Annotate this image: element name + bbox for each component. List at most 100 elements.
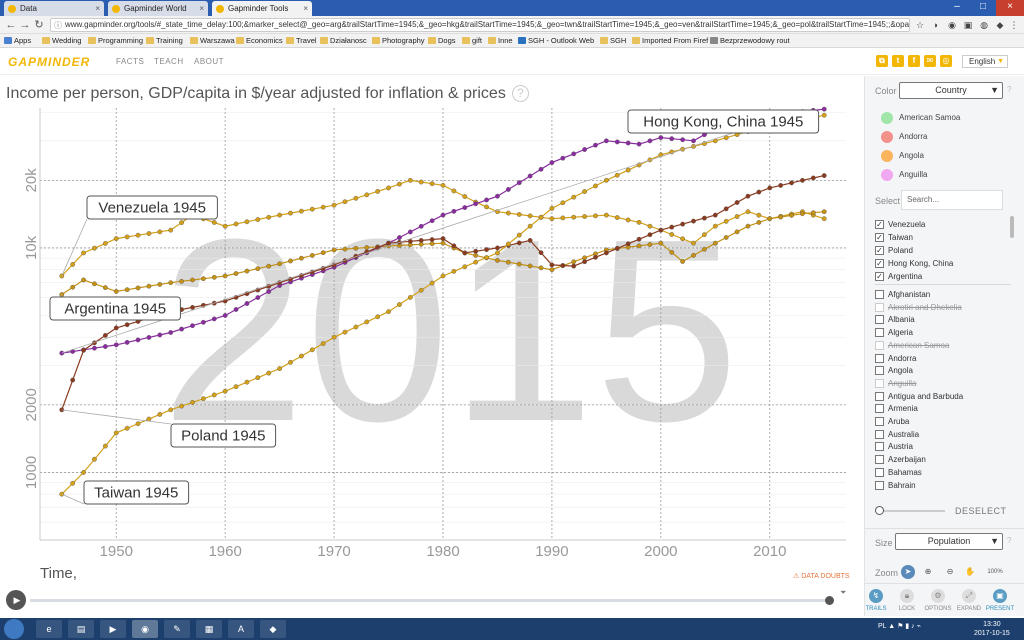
data-point[interactable] (571, 194, 577, 200)
data-point[interactable] (244, 301, 250, 306)
data-point[interactable] (397, 235, 402, 240)
data-point[interactable] (124, 425, 130, 431)
data-point[interactable] (255, 266, 261, 272)
checkbox-icon[interactable] (875, 340, 884, 350)
data-point[interactable] (571, 263, 577, 269)
data-point[interactable] (549, 160, 555, 165)
data-point[interactable] (299, 208, 304, 214)
checkbox-checked-icon[interactable]: ✓ (875, 220, 884, 229)
data-point[interactable] (233, 221, 239, 227)
checkbox-icon[interactable] (875, 417, 884, 426)
data-point[interactable] (484, 197, 489, 203)
data-point[interactable] (255, 217, 261, 222)
checkbox-icon[interactable] (875, 302, 884, 312)
data-point[interactable] (821, 209, 827, 215)
data-point[interactable] (168, 227, 174, 233)
data-point[interactable] (691, 252, 696, 258)
data-point[interactable] (407, 238, 413, 244)
back-arrow-icon[interactable]: ← (4, 18, 18, 32)
data-point[interactable] (723, 206, 729, 212)
checkbox-icon[interactable] (875, 467, 884, 477)
zoom-reset-button[interactable]: 100% (985, 565, 1005, 579)
app-icon[interactable]: ◆ (260, 620, 286, 638)
menu-icon[interactable]: ⋮ (1008, 19, 1020, 31)
data-point[interactable] (495, 257, 500, 263)
size-select[interactable]: Population ▼ (895, 533, 1003, 550)
data-point[interactable] (527, 213, 533, 219)
data-point[interactable] (102, 344, 108, 349)
data-point[interactable] (473, 201, 479, 207)
data-point[interactable] (495, 250, 500, 256)
country-list-item[interactable]: Algeria (875, 328, 913, 338)
data-point[interactable] (636, 219, 642, 225)
options-button[interactable]: ⚙ OPTIONS (923, 589, 953, 612)
arrow-cursor-icon[interactable]: ➤ (901, 565, 915, 579)
expand-button[interactable]: ⤢ EXPAND (954, 589, 984, 612)
bookmark-folder[interactable]: Economics (236, 34, 283, 48)
data-point[interactable] (331, 334, 337, 340)
data-point[interactable] (625, 217, 631, 223)
twitter-icon[interactable]: t (892, 55, 904, 67)
data-point[interactable] (429, 280, 435, 286)
data-point[interactable] (222, 313, 228, 318)
data-point[interactable] (200, 276, 206, 282)
slider-handle[interactable] (875, 506, 884, 515)
data-point[interactable] (386, 240, 391, 246)
data-point[interactable] (429, 241, 435, 247)
data-point[interactable] (440, 212, 446, 218)
data-point[interactable] (571, 214, 577, 220)
bookmark-folder[interactable]: SGH (600, 34, 626, 48)
data-point[interactable] (211, 392, 217, 398)
data-point[interactable] (440, 236, 446, 242)
data-point[interactable] (135, 285, 141, 291)
data-point[interactable] (658, 135, 664, 141)
clock[interactable]: 13:30 2017-10-15 (974, 620, 1010, 638)
data-point[interactable] (81, 347, 86, 353)
data-point[interactable] (266, 289, 272, 294)
checkbox-icon[interactable] (875, 366, 884, 376)
data-point[interactable] (299, 353, 304, 359)
data-point[interactable] (168, 330, 174, 335)
data-point[interactable] (92, 456, 97, 462)
data-point[interactable] (680, 137, 686, 143)
data-point[interactable] (320, 250, 326, 256)
data-point[interactable] (821, 106, 827, 112)
data-point[interactable] (549, 262, 555, 268)
lock-button[interactable]: 🔒︎ LOCK (892, 589, 922, 612)
data-point[interactable] (179, 220, 184, 226)
annotation-label[interactable]: Hong Kong, China 1945 (643, 114, 803, 131)
data-point[interactable] (636, 243, 642, 249)
data-point[interactable] (745, 223, 751, 229)
data-point[interactable] (800, 177, 805, 183)
data-point[interactable] (146, 283, 152, 289)
data-point[interactable] (505, 210, 511, 216)
hand-pan-icon[interactable]: ✋ (963, 565, 977, 579)
data-point[interactable] (669, 249, 675, 255)
data-point[interactable] (200, 319, 206, 325)
data-point[interactable] (538, 250, 544, 256)
data-point[interactable] (407, 294, 413, 300)
data-point[interactable] (691, 218, 696, 224)
data-point[interactable] (190, 277, 195, 283)
help-icon[interactable]: ? (1007, 536, 1011, 545)
data-point[interactable] (473, 248, 479, 254)
data-point[interactable] (331, 247, 337, 253)
selected-country-argentina[interactable]: ✓ Argentina (875, 272, 922, 282)
data-point[interactable] (288, 210, 293, 216)
country-list-item[interactable]: Armenia (875, 404, 918, 414)
country-list-item[interactable]: Akrotiri and Dhekelia (875, 302, 962, 313)
data-point[interactable] (255, 375, 261, 381)
data-point[interactable] (734, 200, 740, 205)
data-point[interactable] (179, 403, 184, 409)
country-list-item[interactable]: Angola (875, 366, 913, 376)
data-point[interactable] (211, 220, 217, 225)
data-point[interactable] (527, 263, 533, 269)
data-point[interactable] (647, 223, 653, 229)
country-list-item[interactable]: Azerbaijan (875, 455, 926, 465)
data-point[interactable] (745, 193, 751, 199)
data-point[interactable] (527, 223, 533, 229)
data-point[interactable] (527, 238, 533, 243)
speed-icon[interactable]: ⏷ (840, 588, 846, 598)
annotation-label[interactable]: Venezuela 1945 (98, 200, 206, 217)
data-point[interactable] (440, 182, 446, 188)
